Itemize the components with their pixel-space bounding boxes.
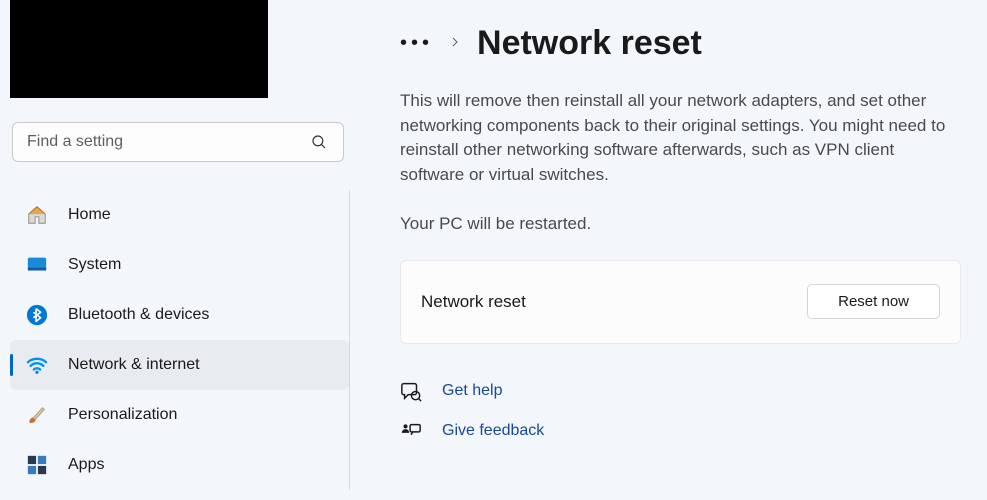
sidebar: Home System Bluetooth & devices bbox=[0, 0, 360, 500]
help-icon bbox=[400, 380, 422, 402]
breadcrumb-ellipsis-icon[interactable]: ••• bbox=[400, 32, 433, 55]
get-help-link[interactable]: Get help bbox=[442, 382, 502, 400]
feedback-icon bbox=[400, 420, 422, 442]
bluetooth-icon bbox=[26, 304, 48, 326]
page-title: Network reset bbox=[477, 24, 702, 63]
nav-label: Network & internet bbox=[68, 356, 200, 374]
brush-icon bbox=[26, 404, 48, 426]
restart-note: Your PC will be restarted. bbox=[400, 214, 961, 234]
system-icon bbox=[26, 254, 48, 276]
reset-card: Network reset Reset now bbox=[400, 260, 961, 344]
main-content: ••• Network reset This will remove then … bbox=[360, 0, 987, 500]
nav-item-personalization[interactable]: Personalization bbox=[10, 390, 349, 440]
nav-item-system[interactable]: System bbox=[10, 240, 349, 290]
nav-item-apps[interactable]: Apps bbox=[10, 440, 349, 490]
nav-label: Personalization bbox=[68, 406, 177, 424]
reset-now-button[interactable]: Reset now bbox=[807, 284, 940, 319]
search-input[interactable] bbox=[12, 122, 344, 162]
give-feedback-link[interactable]: Give feedback bbox=[442, 422, 544, 440]
nav-label: Home bbox=[68, 206, 111, 224]
sidebar-nav: Home System Bluetooth & devices bbox=[10, 190, 350, 490]
reset-card-label: Network reset bbox=[421, 292, 526, 312]
search-wrap bbox=[12, 122, 344, 162]
nav-item-network[interactable]: Network & internet bbox=[10, 340, 349, 390]
search-icon bbox=[310, 133, 328, 151]
page-description: This will remove then reinstall all your… bbox=[400, 89, 960, 188]
user-account-block bbox=[10, 0, 268, 98]
apps-icon bbox=[26, 454, 48, 476]
nav-item-bluetooth[interactable]: Bluetooth & devices bbox=[10, 290, 349, 340]
breadcrumb: ••• Network reset bbox=[400, 24, 961, 63]
wifi-icon bbox=[26, 354, 48, 376]
nav-label: Bluetooth & devices bbox=[68, 306, 209, 324]
give-feedback-row[interactable]: Give feedback bbox=[400, 420, 961, 442]
nav-label: Apps bbox=[68, 456, 104, 474]
get-help-row[interactable]: Get help bbox=[400, 380, 961, 402]
nav-item-home[interactable]: Home bbox=[10, 190, 349, 240]
nav-label: System bbox=[68, 256, 121, 274]
chevron-right-icon bbox=[449, 35, 461, 53]
home-icon bbox=[26, 204, 48, 226]
